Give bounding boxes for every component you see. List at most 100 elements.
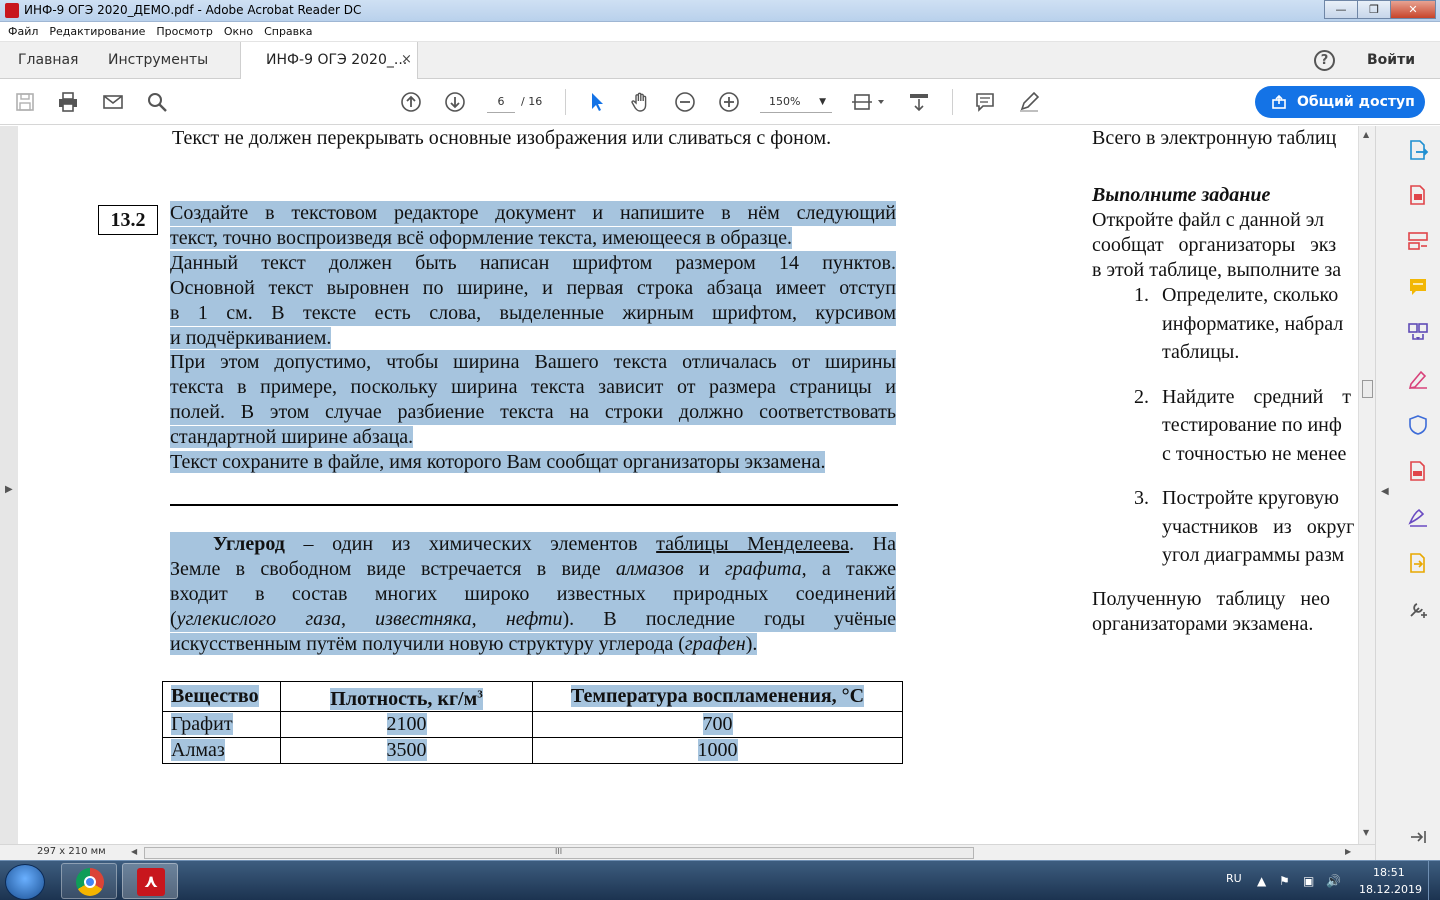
- list-item-line: угол диаграммы разм: [1162, 544, 1345, 566]
- clock-date[interactable]: 18.12.2019: [1359, 883, 1422, 896]
- scroll-mode-icon[interactable]: [908, 91, 930, 113]
- scroll-down-icon[interactable]: ▼: [1363, 828, 1369, 837]
- zoom-value: 150%: [769, 95, 801, 108]
- selected-text-line: Основной текст выровнен по ширине, и пер…: [170, 276, 896, 301]
- export-file-icon[interactable]: [1407, 460, 1429, 482]
- table-row: Алмаз 3500 1000: [162, 736, 903, 764]
- taskbar-chrome[interactable]: [61, 863, 117, 899]
- tab-home[interactable]: Главная: [18, 52, 78, 68]
- sample-text-line: (углекислого газа, известняка, нефти). В…: [170, 607, 897, 632]
- share-button[interactable]: Общий доступ: [1255, 86, 1425, 118]
- scrollbar-thumb[interactable]: [1362, 380, 1373, 398]
- vertical-scrollbar[interactable]: ▲ ▼: [1358, 126, 1375, 844]
- menu-edit[interactable]: Редактирование: [49, 25, 145, 38]
- close-window-button[interactable]: ✕: [1390, 0, 1436, 19]
- table-header-cell: Плотность, кг/м3: [330, 687, 483, 710]
- tray-expand-icon[interactable]: ▲: [1257, 874, 1266, 888]
- list-item-number: 1.: [1134, 284, 1149, 306]
- horizontal-scrollbar[interactable]: III: [144, 847, 974, 859]
- fill-sign-icon[interactable]: [1407, 368, 1429, 390]
- right-text-line: сообщат организаторы экз: [1092, 234, 1337, 256]
- combine-files-icon[interactable]: [1407, 322, 1429, 344]
- send-for-signature-icon[interactable]: [1407, 506, 1429, 528]
- next-page-icon[interactable]: [444, 91, 466, 113]
- print-icon[interactable]: [57, 91, 79, 113]
- tab-close-icon[interactable]: ×: [401, 52, 412, 67]
- document-viewport[interactable]: ▶ Текст не должен перекрывать основные и…: [0, 126, 1375, 844]
- selected-text-line: полей. В этом случае разбиение текста на…: [170, 400, 896, 425]
- tab-document[interactable]: ИНФ-9 ОГЭ 2020_... ×: [240, 42, 418, 80]
- fit-page-icon[interactable]: [852, 91, 886, 113]
- minimize-button[interactable]: —: [1324, 0, 1358, 19]
- tab-tools[interactable]: Инструменты: [108, 52, 208, 68]
- protect-icon[interactable]: [1407, 414, 1429, 436]
- page-total: / 16: [521, 95, 543, 108]
- status-bar: 297 x 210 мм ◀ III ▶: [0, 844, 1375, 860]
- menu-help[interactable]: Справка: [264, 25, 312, 38]
- scroll-left-icon[interactable]: ◀: [131, 847, 137, 856]
- tab-bar: Главная Инструменты ИНФ-9 ОГЭ 2020_... ×…: [0, 42, 1440, 80]
- edit-pdf-icon[interactable]: [1407, 230, 1429, 252]
- tab-document-label: ИНФ-9 ОГЭ 2020_...: [266, 52, 408, 68]
- selected-text-line: Данный текст должен быть написан шрифтом…: [170, 251, 896, 276]
- select-cursor-icon[interactable]: [586, 91, 608, 113]
- sign-in-button[interactable]: Войти: [1367, 52, 1415, 68]
- chevron-left-icon[interactable]: ◀: [1381, 486, 1389, 497]
- save-icon[interactable]: [14, 91, 36, 113]
- list-item-number: 2.: [1134, 386, 1149, 408]
- selected-text-line: и подчёркиванием.: [170, 327, 332, 349]
- language-indicator[interactable]: RU: [1226, 872, 1242, 885]
- left-panel-toggle[interactable]: ▶: [0, 126, 18, 844]
- comment-icon[interactable]: [974, 91, 996, 113]
- clock-time[interactable]: 18:51: [1373, 866, 1405, 879]
- table-header-row: Вещество Плотность, кг/м3 Температура во…: [162, 681, 903, 712]
- create-pdf-icon[interactable]: [1407, 184, 1429, 206]
- selected-text-line: стандартной ширине абзаца.: [170, 426, 414, 448]
- table-cell: Графит: [171, 713, 233, 736]
- table-cell: Алмаз: [171, 739, 225, 762]
- page-size-label: 297 x 210 мм: [37, 846, 106, 857]
- help-icon[interactable]: ?: [1314, 50, 1335, 71]
- start-button[interactable]: [5, 864, 45, 900]
- maximize-button[interactable]: ❐: [1357, 0, 1391, 19]
- scroll-up-icon[interactable]: ▲: [1363, 130, 1369, 139]
- selected-text-line: Создайте в текстовом редакторе документ …: [170, 201, 896, 226]
- export-pdf-icon[interactable]: [1407, 139, 1429, 161]
- substance-table: Вещество Плотность, кг/м3 Температура во…: [162, 681, 903, 764]
- menu-view[interactable]: Просмотр: [156, 25, 212, 38]
- zoom-out-icon[interactable]: [674, 91, 696, 113]
- right-text-line: Полученную таблицу нео: [1092, 588, 1330, 610]
- hand-tool-icon[interactable]: [630, 91, 652, 113]
- list-item-line: участников из округ: [1162, 516, 1355, 538]
- zoom-select[interactable]: 150% ▼: [760, 91, 832, 113]
- table-cell: 700: [702, 713, 733, 736]
- chevron-down-icon: ▼: [819, 97, 826, 107]
- table-cell: 3500: [386, 739, 427, 762]
- list-item-number: 3.: [1134, 487, 1149, 509]
- main-toolbar: 6 / 16 150% ▼ Общий доступ: [0, 79, 1440, 125]
- email-icon[interactable]: [102, 91, 124, 113]
- taskbar-acrobat[interactable]: ⋏: [122, 863, 178, 899]
- action-center-icon[interactable]: ⚑: [1279, 874, 1290, 888]
- window-titlebar: ИНФ-9 ОГЭ 2020_ДЕМО.pdf - Adobe Acrobat …: [0, 0, 1440, 22]
- search-icon[interactable]: [146, 91, 168, 113]
- toolbar-divider: [952, 89, 953, 115]
- page-number-input[interactable]: 6: [487, 91, 515, 113]
- more-tools-icon[interactable]: [1407, 598, 1429, 620]
- network-icon[interactable]: ▣: [1303, 874, 1314, 888]
- acrobat-app-icon: [5, 3, 19, 18]
- send-file-icon[interactable]: [1407, 552, 1429, 574]
- zoom-in-icon[interactable]: [718, 91, 740, 113]
- show-desktop-button[interactable]: [1428, 861, 1440, 900]
- chevron-right-icon: ▶: [5, 484, 13, 495]
- menu-window[interactable]: Окно: [224, 25, 253, 38]
- highlight-pen-icon[interactable]: [1018, 91, 1040, 113]
- table-row: Графит 2100 700: [162, 710, 903, 738]
- collapse-pane-icon[interactable]: [1407, 826, 1429, 848]
- previous-page-icon[interactable]: [400, 91, 422, 113]
- menu-file[interactable]: Файл: [8, 25, 38, 38]
- volume-icon[interactable]: 🔊: [1326, 874, 1341, 888]
- comment-tool-icon[interactable]: [1407, 276, 1429, 298]
- selected-text-line: Текст сохраните в файле, имя которого Ва…: [170, 451, 826, 473]
- scroll-right-icon[interactable]: ▶: [1345, 847, 1351, 856]
